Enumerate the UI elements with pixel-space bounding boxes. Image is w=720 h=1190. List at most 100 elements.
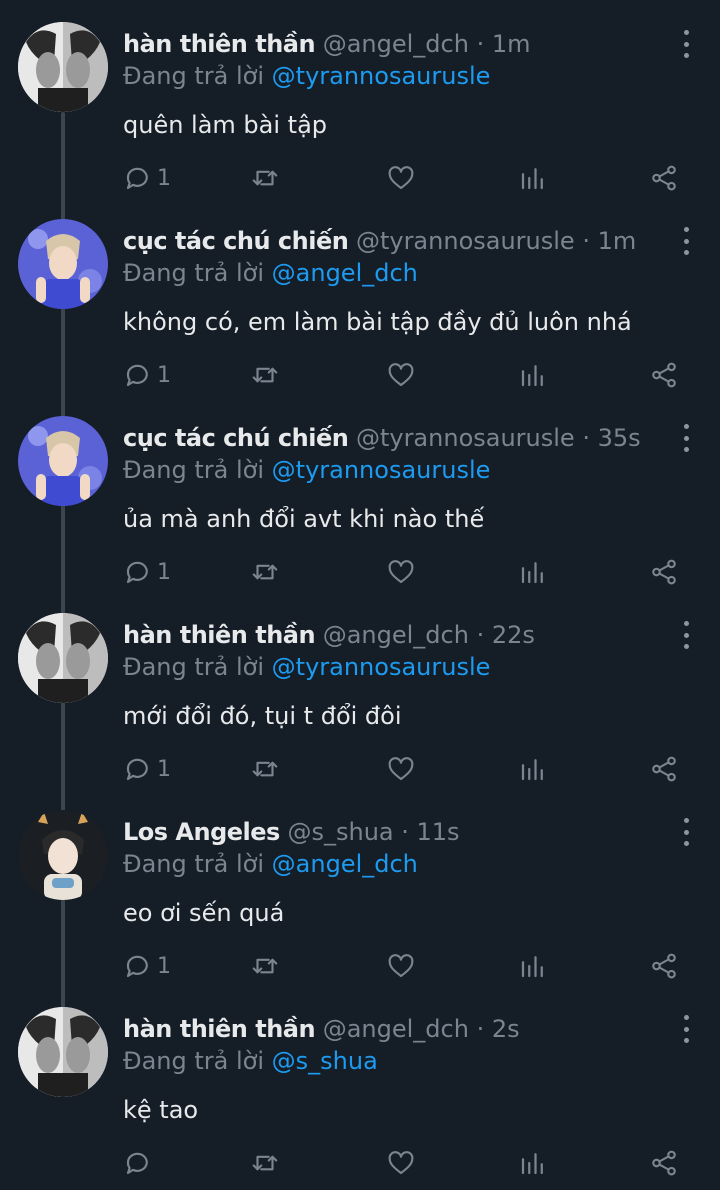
more-vertical-icon[interactable] — [680, 818, 692, 846]
tweet[interactable]: hàn thiên thần @angel_dch · 1m Đang trả … — [0, 0, 720, 198]
mention-link[interactable]: @tyrannosaurusle — [272, 62, 491, 90]
replying-to: Đang trả lời @tyrannosaurusle — [123, 60, 490, 92]
reply-count: 1 — [157, 756, 171, 782]
more-vertical-icon[interactable] — [680, 1015, 692, 1043]
stats-button[interactable] — [518, 948, 548, 984]
more-vertical-icon[interactable] — [680, 621, 692, 649]
more-vertical-icon[interactable] — [680, 227, 692, 255]
tweet[interactable]: cục tác chú chiến @tyrannosaurusle · 1m … — [0, 197, 720, 395]
tweet-text: không có, em làm bài tập đầy đủ luôn nhá — [123, 308, 632, 336]
share-button[interactable] — [649, 357, 679, 393]
stats-button[interactable] — [518, 554, 548, 590]
timestamp[interactable]: 1m — [598, 227, 637, 255]
retweet-icon — [250, 557, 280, 587]
stats-button[interactable] — [518, 1145, 548, 1181]
share-button[interactable] — [649, 948, 679, 984]
share-button[interactable] — [649, 160, 679, 196]
user-handle[interactable]: @angel_dch — [323, 30, 469, 58]
retweet-button[interactable] — [250, 160, 280, 196]
separator-dot: · — [393, 818, 417, 846]
tweet[interactable]: cục tác chú chiến @tyrannosaurusle · 35s… — [0, 394, 720, 592]
mention-link[interactable]: @tyrannosaurusle — [272, 456, 491, 484]
tweet[interactable]: hàn thiên thần @angel_dch · 2s Đang trả … — [0, 985, 720, 1183]
timestamp[interactable]: 1m — [492, 30, 531, 58]
reply-button[interactable]: 1 — [123, 751, 171, 787]
retweet-button[interactable] — [250, 751, 280, 787]
mention-link[interactable]: @tyrannosaurusle — [272, 653, 491, 681]
tweet-actions: 1 — [0, 554, 720, 590]
like-button[interactable] — [386, 160, 416, 196]
like-button[interactable] — [386, 1145, 416, 1181]
avatar[interactable] — [18, 416, 108, 506]
display-name[interactable]: cục tác chú chiến — [123, 424, 349, 452]
reply-icon — [123, 163, 153, 193]
reply-count: 1 — [157, 953, 171, 979]
timestamp[interactable]: 22s — [492, 621, 535, 649]
heart-icon — [386, 360, 416, 390]
replying-to: Đang trả lời @tyrannosaurusle — [123, 454, 490, 486]
stats-icon — [518, 754, 548, 784]
stats-button[interactable] — [518, 357, 548, 393]
tweet-actions: 1 — [0, 357, 720, 393]
mention-link[interactable]: @angel_dch — [272, 850, 418, 878]
reply-button[interactable]: 1 — [123, 160, 171, 196]
avatar[interactable] — [18, 219, 108, 309]
user-handle[interactable]: @angel_dch — [323, 1015, 469, 1043]
reply-button[interactable]: 1 — [123, 554, 171, 590]
like-button[interactable] — [386, 554, 416, 590]
timestamp[interactable]: 11s — [417, 818, 460, 846]
display-name[interactable]: hàn thiên thần — [123, 1015, 316, 1043]
display-name[interactable]: hàn thiên thần — [123, 30, 316, 58]
mention-link[interactable]: @angel_dch — [272, 259, 418, 287]
reply-button[interactable]: 1 — [123, 357, 171, 393]
like-button[interactable] — [386, 751, 416, 787]
stats-icon — [518, 557, 548, 587]
like-button[interactable] — [386, 948, 416, 984]
retweet-icon — [250, 951, 280, 981]
tweet-text: ủa mà anh đổi avt khi nào thế — [123, 505, 485, 533]
avatar[interactable] — [18, 22, 108, 112]
like-button[interactable] — [386, 357, 416, 393]
user-handle[interactable]: @angel_dch — [323, 621, 469, 649]
retweet-button[interactable] — [250, 1145, 280, 1181]
separator-dot: · — [574, 227, 598, 255]
retweet-button[interactable] — [250, 948, 280, 984]
tweet-header: hàn thiên thần @angel_dch · 1m — [123, 28, 660, 60]
user-handle[interactable]: @tyrannosaurusle — [356, 424, 575, 452]
tweet-text: mới đổi đó, tụi t đổi đôi — [123, 702, 402, 730]
avatar[interactable] — [18, 810, 108, 900]
stats-icon — [518, 951, 548, 981]
stats-button[interactable] — [518, 751, 548, 787]
stats-icon — [518, 360, 548, 390]
timestamp[interactable]: 2s — [492, 1015, 520, 1043]
more-vertical-icon[interactable] — [680, 424, 692, 452]
tweet[interactable]: hàn thiên thần @angel_dch · 22s Đang trả… — [0, 591, 720, 789]
heart-icon — [386, 557, 416, 587]
display-name[interactable]: Los Angeles — [123, 818, 280, 846]
display-name[interactable]: hàn thiên thần — [123, 621, 316, 649]
reply-button[interactable]: 1 — [123, 948, 171, 984]
share-button[interactable] — [649, 1145, 679, 1181]
reply-icon — [123, 557, 153, 587]
more-vertical-icon[interactable] — [680, 30, 692, 58]
tweet[interactable]: Los Angeles @s_shua · 11s Đang trả lời @… — [0, 788, 720, 986]
timestamp[interactable]: 35s — [598, 424, 641, 452]
tweet-header: Los Angeles @s_shua · 11s — [123, 816, 660, 848]
display-name[interactable]: cục tác chú chiến — [123, 227, 349, 255]
separator-dot: · — [468, 1015, 492, 1043]
stats-button[interactable] — [518, 160, 548, 196]
retweet-button[interactable] — [250, 554, 280, 590]
user-handle[interactable]: @s_shua — [287, 818, 393, 846]
reply-button[interactable] — [123, 1145, 157, 1181]
replying-to: Đang trả lời @s_shua — [123, 1045, 378, 1077]
stats-icon — [518, 163, 548, 193]
avatar[interactable] — [18, 1007, 108, 1097]
mention-link[interactable]: @s_shua — [272, 1047, 378, 1075]
avatar[interactable] — [18, 613, 108, 703]
share-button[interactable] — [649, 751, 679, 787]
replying-to-label: Đang trả lời — [123, 259, 265, 287]
user-handle[interactable]: @tyrannosaurusle — [356, 227, 575, 255]
retweet-button[interactable] — [250, 357, 280, 393]
share-button[interactable] — [649, 554, 679, 590]
heart-icon — [386, 1148, 416, 1178]
